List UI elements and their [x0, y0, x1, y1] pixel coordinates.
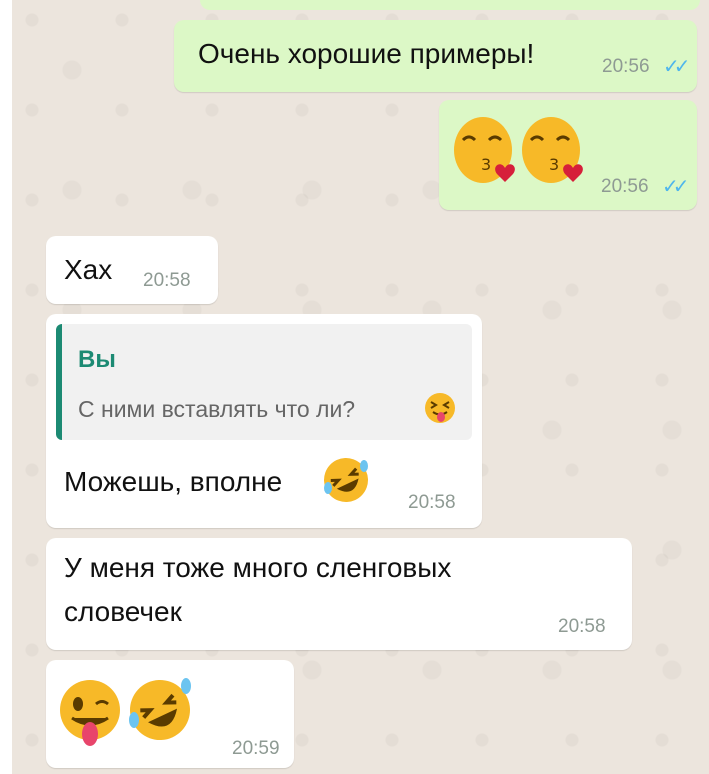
winking-tongue-face-icon [60, 680, 120, 746]
message-time: 20:58 [408, 492, 456, 513]
message-text-line: словечек [64, 596, 182, 627]
message-time: 20:58 [558, 616, 606, 637]
svg-text:3: 3 [549, 155, 559, 174]
message-text: Можешь, вполне [64, 466, 283, 497]
message-time: 20:56 [602, 56, 650, 77]
tongue-out-face-icon [425, 393, 455, 423]
message-time: 20:59 [232, 738, 280, 759]
message-text-line: У меня тоже много сленговых [64, 552, 452, 583]
incoming-message[interactable]: 20:59 [46, 660, 294, 768]
outgoing-message[interactable]: 3 3 20:56 ✓✓ [439, 100, 697, 210]
previous-message-bubble[interactable] [200, 0, 700, 10]
incoming-message[interactable]: У меня тоже много сленговых словечек 20:… [46, 538, 632, 650]
reply-text: С ними вставлять что ли? [78, 396, 356, 422]
outgoing-message[interactable]: Очень хорошие примеры! 20:56 ✓✓ [174, 20, 697, 92]
incoming-message[interactable]: Хах 20:58 [46, 236, 218, 304]
read-ticks-icon: ✓✓ [663, 56, 690, 78]
reply-accent-bar [56, 324, 62, 440]
incoming-message[interactable]: Вы С ними вставлять что ли? Можешь, впол… [46, 314, 482, 528]
read-ticks-icon: ✓✓ [662, 176, 689, 198]
kissing-face-heart-icon: 3 [522, 117, 583, 183]
message-time: 20:58 [143, 270, 191, 291]
message-time: 20:56 [601, 176, 649, 197]
message-text: Очень хорошие примеры! [198, 38, 535, 69]
rolling-laughing-face-icon [129, 678, 191, 740]
quoted-reply[interactable]: Вы С ними вставлять что ли? [56, 324, 472, 440]
chat-area[interactable]: Очень хорошие примеры! 20:56 ✓✓ 3 3 20:5… [12, 0, 709, 774]
kissing-face-heart-icon: 3 [454, 117, 515, 183]
reply-author: Вы [78, 346, 116, 373]
svg-text:3: 3 [481, 155, 491, 174]
message-text: Хах [64, 254, 113, 285]
rolling-laughing-face-icon [324, 458, 368, 502]
